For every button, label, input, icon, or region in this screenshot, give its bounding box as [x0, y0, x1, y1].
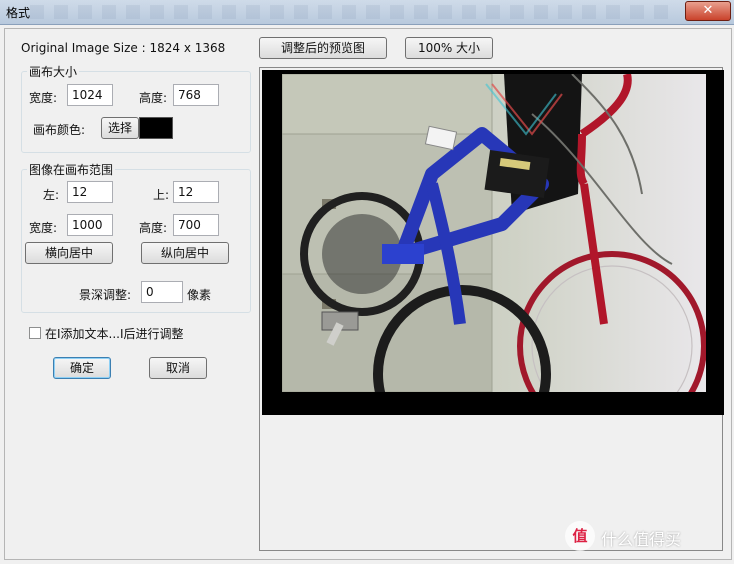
cancel-button[interactable]: 取消: [149, 357, 207, 379]
dialog-body: Original Image Size : 1824 x 1368 画布大小 宽…: [4, 28, 732, 560]
adjust-after-text-checkbox[interactable]: [29, 327, 41, 339]
original-image-size-text: Original Image Size : 1824 x 1368: [21, 41, 226, 55]
center-vertical-button[interactable]: 纵向居中: [141, 242, 229, 264]
depth-adjust-input[interactable]: 0: [141, 281, 183, 303]
canvas-width-label: 宽度:: [29, 91, 58, 105]
choose-color-button[interactable]: 选择: [101, 117, 139, 139]
range-width-label: 宽度:: [29, 221, 58, 235]
preview-adjusted-button[interactable]: 调整后的预览图: [259, 37, 387, 59]
canvas-height-input[interactable]: 768: [173, 84, 219, 106]
canvas-color-label: 画布颜色:: [33, 123, 86, 137]
adjust-after-text-label: 在I添加文本...I后进行调整: [45, 327, 184, 341]
depth-adjust-label: 景深调整:: [79, 288, 132, 302]
close-button[interactable]: ✕: [685, 1, 731, 21]
range-width-input[interactable]: 1000: [67, 214, 113, 236]
watermark-text: 什么值得买: [601, 530, 682, 549]
preview-pane: [259, 67, 724, 551]
ok-button[interactable]: 确定: [53, 357, 111, 379]
bicycle-photo: [282, 74, 706, 392]
depth-unit-label: 像素: [187, 288, 212, 302]
range-top-label: 上:: [153, 188, 170, 202]
title-bar: 格式 ✕: [0, 0, 734, 25]
title-bar-background-ghost: [30, 5, 670, 19]
range-height-input[interactable]: 700: [173, 214, 219, 236]
preview-canvas: [262, 70, 724, 415]
canvas-height-label: 高度:: [139, 91, 168, 105]
canvas-color-swatch[interactable]: [139, 117, 173, 139]
canvas-size-group-title: 画布大小: [27, 63, 80, 80]
range-top-input[interactable]: 12: [173, 181, 219, 203]
window-title: 格式: [6, 6, 31, 20]
image-range-group-title: 图像在画布范围: [27, 161, 116, 178]
full-size-button[interactable]: 100% 大小: [405, 37, 493, 59]
watermark-logo-icon: 值: [565, 521, 595, 551]
center-horizontal-button[interactable]: 横向居中: [25, 242, 113, 264]
range-height-label: 高度:: [139, 221, 168, 235]
canvas-width-input[interactable]: 1024: [67, 84, 113, 106]
range-left-input[interactable]: 12: [67, 181, 113, 203]
range-left-label: 左:: [43, 188, 60, 202]
